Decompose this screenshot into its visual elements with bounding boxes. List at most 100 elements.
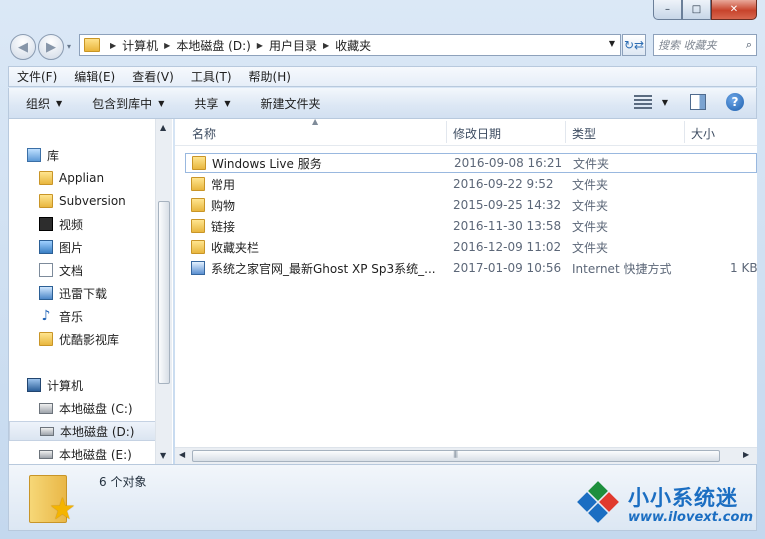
drive-icon xyxy=(40,426,54,436)
nav-drive-d[interactable]: 本地磁盘 (D:) xyxy=(9,421,157,441)
nav-item-thunder-downloads[interactable]: 迅雷下载 xyxy=(39,283,107,303)
folder-icon xyxy=(192,156,206,170)
address-bar[interactable]: ▶ 计算机 ▶ 本地磁盘 (D:) ▶ 用户目录 ▶ 收藏夹 ▼ xyxy=(79,34,621,56)
share-button[interactable]: 共享 ▼ xyxy=(194,95,230,112)
help-icon[interactable]: ? xyxy=(726,93,744,111)
folder-icon xyxy=(191,198,205,212)
scroll-down-icon[interactable]: ▼ xyxy=(160,451,166,460)
breadcrumb-computer[interactable]: 计算机 xyxy=(122,37,158,54)
menu-tools[interactable]: 工具(T) xyxy=(191,68,232,85)
file-type: Internet 快捷方式 xyxy=(572,261,672,276)
organize-label: 组织 xyxy=(26,96,51,111)
nav-item-label: 本地磁盘 (E:) xyxy=(59,447,132,462)
nav-item-documents[interactable]: 文档 xyxy=(39,260,83,280)
include-in-library-button[interactable]: 包含到库中 ▼ xyxy=(92,95,164,112)
nav-drive-e[interactable]: 本地磁盘 (E:) xyxy=(39,444,132,464)
breadcrumb-user-dir[interactable]: 用户目录 xyxy=(269,37,317,54)
minimize-button[interactable]: – xyxy=(653,0,682,20)
file-row[interactable]: 链接 2016-11-30 13:58 文件夹 xyxy=(185,216,757,236)
nav-drive-c[interactable]: 本地磁盘 (C:) xyxy=(39,398,133,418)
nav-item-subversion[interactable]: Subversion xyxy=(39,191,126,211)
nav-item-music[interactable]: ♪ 音乐 xyxy=(39,306,83,326)
explorer-window: – □ ✕ ◀ ▶ ▾ ▶ 计算机 ▶ 本地磁盘 (D:) ▶ 用户目录 ▶ 收… xyxy=(0,0,765,539)
search-placeholder: 搜索 收藏夹 xyxy=(658,39,717,52)
sort-ascending-icon: ▲ xyxy=(312,119,319,126)
menu-help[interactable]: 帮助(H) xyxy=(249,68,291,85)
file-type: 文件夹 xyxy=(572,219,609,234)
scrollbar-thumb[interactable] xyxy=(158,201,170,384)
scroll-up-icon[interactable]: ▲ xyxy=(160,123,166,132)
file-row[interactable]: 购物 2015-09-25 14:32 文件夹 xyxy=(185,195,757,215)
file-row[interactable]: 常用 2016-09-22 9:52 文件夹 xyxy=(185,174,757,194)
column-date[interactable]: 修改日期 xyxy=(453,125,501,142)
chevron-down-icon: ▼ xyxy=(56,98,63,108)
view-options-icon[interactable] xyxy=(633,95,652,109)
file-list-horizontal-scrollbar[interactable]: ◀ ||| ▶ xyxy=(175,447,757,464)
nav-item-label: 图片 xyxy=(59,240,84,255)
breadcrumb-chevron-icon[interactable]: ▶ xyxy=(164,41,170,50)
nav-item-label: 本地磁盘 (C:) xyxy=(59,401,133,416)
column-header: ▲ 名称 修改日期 类型 大小 xyxy=(175,119,757,146)
menu-edit[interactable]: 编辑(E) xyxy=(74,68,115,85)
column-size[interactable]: 大小 xyxy=(691,125,715,142)
nav-item-label: Applian xyxy=(59,171,105,185)
view-dropdown-icon[interactable]: ▼ xyxy=(662,98,668,107)
nav-item-applian[interactable]: Applian xyxy=(39,168,104,188)
nav-computer-label: 计算机 xyxy=(47,378,84,393)
column-name[interactable]: 名称 xyxy=(192,125,216,142)
scroll-right-icon[interactable]: ▶ xyxy=(743,450,749,459)
file-type: 文件夹 xyxy=(572,198,609,213)
organize-button[interactable]: 组织 ▼ xyxy=(26,95,62,112)
breadcrumb-favorites[interactable]: 收藏夹 xyxy=(335,37,371,54)
nav-library-label: 库 xyxy=(47,148,60,163)
music-icon: ♪ xyxy=(41,308,51,324)
file-row[interactable]: 收藏夹栏 2016-12-09 11:02 文件夹 xyxy=(185,237,757,257)
file-row[interactable]: 系统之家官网_最新Ghost XP Sp3系统_... 2017-01-09 1… xyxy=(185,258,757,278)
breadcrumb: ▶ 计算机 ▶ 本地磁盘 (D:) ▶ 用户目录 ▶ 收藏夹 xyxy=(104,37,371,54)
address-dropdown-icon[interactable]: ▼ xyxy=(609,39,615,48)
nav-library[interactable]: 库 xyxy=(27,145,59,165)
nav-item-label: 迅雷下载 xyxy=(59,286,108,301)
close-button[interactable]: ✕ xyxy=(711,0,757,20)
back-button[interactable]: ◀ xyxy=(10,34,36,60)
file-date: 2016-11-30 13:58 xyxy=(453,219,562,233)
nav-item-youku-library[interactable]: 优酷影视库 xyxy=(39,329,119,349)
breadcrumb-chevron-icon[interactable]: ▶ xyxy=(323,41,329,50)
document-icon xyxy=(39,263,53,277)
search-input[interactable]: 搜索 收藏夹 ⌕ xyxy=(653,34,757,56)
file-name: Windows Live 服务 xyxy=(212,156,322,171)
nav-item-label: 本地磁盘 (D:) xyxy=(60,424,135,439)
file-size: 1 KB xyxy=(730,261,757,275)
folder-icon xyxy=(191,219,205,233)
nav-computer[interactable]: 计算机 xyxy=(27,375,83,395)
forward-button[interactable]: ▶ xyxy=(38,34,64,60)
menu-file[interactable]: 文件(F) xyxy=(17,68,57,85)
nav-item-pictures[interactable]: 图片 xyxy=(39,237,83,257)
folder-icon xyxy=(191,177,205,191)
watermark-logo: 小小系统迷 www.ilovext.com xyxy=(577,480,760,532)
preview-pane-icon[interactable] xyxy=(690,94,706,110)
maximize-button[interactable]: □ xyxy=(682,0,711,20)
scroll-left-icon[interactable]: ◀ xyxy=(179,450,185,459)
nav-item-videos[interactable]: 视频 xyxy=(39,214,83,234)
breadcrumb-chevron-icon[interactable]: ▶ xyxy=(257,41,263,50)
item-count: 6 个对象 xyxy=(99,475,147,489)
refresh-icon: ↻⇄ xyxy=(623,38,645,52)
recent-pages-dropdown[interactable]: ▾ xyxy=(67,42,71,51)
include-in-library-label: 包含到库中 xyxy=(92,96,153,111)
file-date: 2016-09-08 16:21 xyxy=(454,156,563,170)
file-name: 收藏夹栏 xyxy=(211,240,260,255)
nav-item-label: 优酷影视库 xyxy=(59,332,120,347)
internet-shortcut-icon xyxy=(191,261,205,275)
watermark-diamond-icon xyxy=(577,481,619,523)
folder-icon xyxy=(39,332,53,346)
nav-item-label: 视频 xyxy=(59,217,84,232)
breadcrumb-drive-d[interactable]: 本地磁盘 (D:) xyxy=(176,37,250,54)
nav-pane-scrollbar[interactable]: ▲ ▼ xyxy=(155,119,172,464)
breadcrumb-chevron-icon[interactable]: ▶ xyxy=(110,41,116,50)
refresh-button[interactable]: ↻⇄ xyxy=(622,34,646,56)
new-folder-button[interactable]: 新建文件夹 xyxy=(261,95,321,112)
column-type[interactable]: 类型 xyxy=(572,125,596,142)
file-row[interactable]: Windows Live 服务 2016-09-08 16:21 文件夹 xyxy=(185,153,757,173)
menu-view[interactable]: 查看(V) xyxy=(132,68,174,85)
